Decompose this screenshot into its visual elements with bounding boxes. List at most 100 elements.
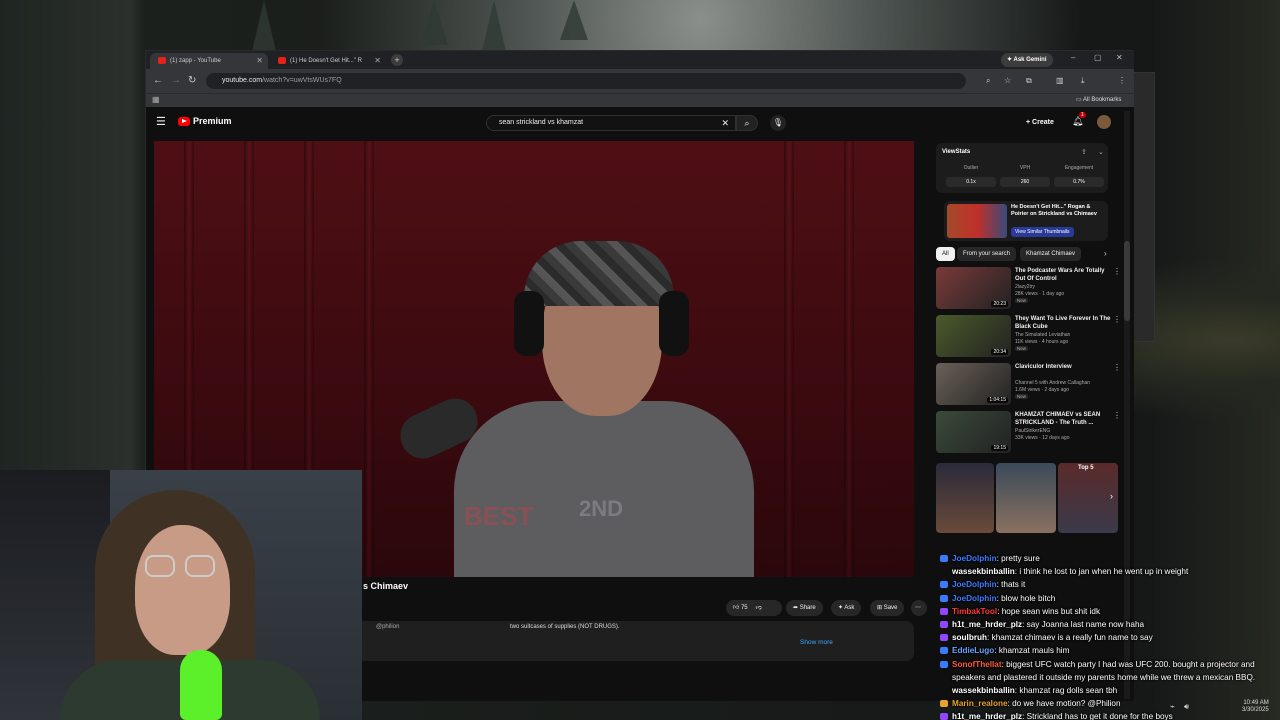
shorts-header: Top 5 [1078,465,1094,471]
chat-message: EddieLugo: khamzat mauls him [938,644,1280,657]
maximize-button[interactable]: ▢ [1094,53,1102,62]
related-title[interactable]: KHAMZAT CHIMAEV vs SEAN STRICKLAND - The… [1015,411,1111,427]
more-actions-button[interactable]: ⋯ [911,600,927,616]
clock-date: 3/30/2025 [1242,707,1269,713]
view-similar-thumbnails-button[interactable]: View Similar Thumbnails [1011,227,1074,237]
export-icon[interactable]: ⇪ [1081,148,1087,156]
download-icon[interactable]: ⤓ [1081,74,1085,88]
more-options-icon[interactable]: ⋮ [1113,267,1121,276]
sidebar-icon[interactable]: ▥ [1056,74,1064,88]
short-thumbnail[interactable] [996,463,1056,533]
short-thumbnail[interactable]: Top 5 [1058,463,1118,533]
clock[interactable]: 10:49 AM 3/30/2025 [1242,700,1269,714]
viewstats-video-card: He Doesn't Get Hit..." Rogan & Poirier o… [944,201,1108,241]
close-tab-icon[interactable]: ✕ [374,53,381,69]
tab-video[interactable]: (1) He Doesn't Get Hit..." R ✕ [270,53,386,69]
avatar[interactable] [1097,115,1111,129]
stat-value: 0.7% [1054,177,1104,187]
related-channel[interactable]: The Simulated Leviathan [1015,332,1070,338]
extensions-icon[interactable]: ⧉ [1026,74,1032,88]
curtain-fold [364,141,374,577]
chat-message: JoeDolphin: thats it [938,578,1280,591]
chat-text: hope sean wins but shit idk [1001,606,1101,616]
all-bookmarks-link[interactable]: ▭ All Bookmarks [1076,96,1121,103]
volume-icon[interactable]: 🔊︎ [1184,702,1189,712]
create-button[interactable]: + Create [1026,115,1054,131]
chat-username: wassekbinballin [952,567,1015,577]
chevron-right-icon[interactable]: › [1104,249,1107,258]
related-meta: 33K views · 12 days ago [1015,435,1070,441]
related-title[interactable]: The Podcaster Wars Are Totally Out Of Co… [1015,267,1111,283]
tab-label: (1) He Doesn't Get Hit..." R [290,58,362,64]
minimize-button[interactable]: – [1071,53,1075,62]
url-field[interactable]: youtube.com/watch?v=uwVtsWUs7FQ [206,73,966,89]
curtain-fold [844,141,854,577]
clear-search-icon[interactable]: ✕ [721,116,729,130]
related-video[interactable]: 20:34 They Want To Live Forever In The B… [936,315,1121,361]
thumbs-down-icon[interactable]: 👎︎ [756,605,762,611]
chip-from-search[interactable]: From your search [957,247,1017,261]
network-icon[interactable]: ⌁ [1170,702,1175,711]
ask-gemini-button[interactable]: ✦ Ask Gemini [1001,53,1053,67]
related-video[interactable]: 1:04:15 Claviculor Interview Channel 5 w… [936,363,1121,409]
tab-zapp[interactable]: (1) zapp - YouTube ✕ [150,53,268,69]
stream-chat-overlay: JoeDolphin: pretty sure wassekbinballin: … [938,552,1280,720]
search-input[interactable]: sean strickland vs khamzat ✕ [486,115,736,131]
close-tab-icon[interactable]: ✕ [256,53,263,69]
reload-icon[interactable]: ↻ [188,74,196,88]
curtain-fold [784,141,794,577]
url-path: /watch?v=uwVtsWUs7FQ [262,77,342,84]
chat-badge-icon [940,621,948,629]
close-window-button[interactable]: ✕ [1116,53,1123,62]
chip-khamzat[interactable]: Khamzat Chimaev [1020,247,1082,261]
short-thumbnail[interactable] [936,463,994,533]
related-thumbnail[interactable]: 1:04:15 [936,363,1011,405]
thumbs-up-icon: 👍︎ [733,605,741,611]
youtube-logo-icon[interactable] [178,117,190,126]
chat-message: JoeDolphin: pretty sure [938,552,1280,565]
related-channel[interactable]: 2lazy2try [1015,284,1035,290]
chevron-right-icon[interactable]: › [1110,491,1113,501]
bookmark-star-icon[interactable]: ☆ [1004,74,1011,88]
ask-button[interactable]: ✦ Ask [831,600,862,616]
related-thumbnail[interactable]: 20:23 [936,267,1011,309]
wallpaper-tree [560,0,588,40]
forward-icon[interactable]: → [171,74,181,88]
person-cap [524,241,674,306]
voice-search-icon[interactable]: 🎙 [770,115,786,131]
more-options-icon[interactable]: ⋮ [1113,363,1121,372]
like-button[interactable]: 👍︎ 75 👎︎ [726,600,782,616]
related-video[interactable]: 20:23 The Podcaster Wars Are Totally Out… [936,267,1121,313]
premium-logo-text[interactable]: Premium [193,116,232,126]
desktop: (1) zapp - YouTube ✕ (1) He Doesn't Get … [0,0,1280,720]
save-button[interactable]: ⊞ Save [870,600,905,616]
related-channel[interactable]: PaulStrikerENG [1015,428,1050,434]
zoom-icon[interactable]: ⌕ [986,74,990,88]
related-title[interactable]: Claviculor Interview [1015,363,1111,371]
more-options-icon[interactable]: ⋮ [1113,411,1121,420]
chat-badge-icon [940,594,948,602]
apps-icon[interactable]: ▦ [152,95,160,104]
new-tab-button[interactable]: + [391,54,403,66]
show-more-link[interactable]: Show more [800,639,833,646]
related-list: 20:23 The Podcaster Wars Are Totally Out… [936,267,1126,467]
chat-text: blow hole bitch [1001,593,1056,603]
related-thumbnail[interactable]: 19:15 [936,411,1011,453]
more-options-icon[interactable]: ⋮ [1113,315,1121,324]
chat-username: JoeDolphin [952,580,997,590]
folder-icon: ▭ [1076,97,1084,103]
search-button[interactable]: ⌕ [736,115,758,131]
related-video[interactable]: 19:15 KHAMZAT CHIMAEV vs SEAN STRICKLAND… [936,411,1121,457]
scrollbar-thumb[interactable] [1124,241,1130,321]
chevron-down-icon[interactable]: ⌄ [1098,148,1104,156]
menu-icon[interactable]: ⋮ [1118,74,1126,88]
background-window [1133,72,1155,342]
related-title[interactable]: They Want To Live Forever In The Black C… [1015,315,1111,331]
related-channel[interactable]: Channel 5 with Andrew Callaghan [1015,380,1090,386]
back-icon[interactable]: ← [153,74,163,88]
share-button[interactable]: ➦ Share [786,600,823,616]
related-meta: 11K views · 4 hours ago [1015,339,1069,345]
related-thumbnail[interactable]: 20:34 [936,315,1011,357]
hamburger-menu-icon[interactable]: ☰ [156,115,166,128]
chip-all[interactable]: All [936,247,955,261]
